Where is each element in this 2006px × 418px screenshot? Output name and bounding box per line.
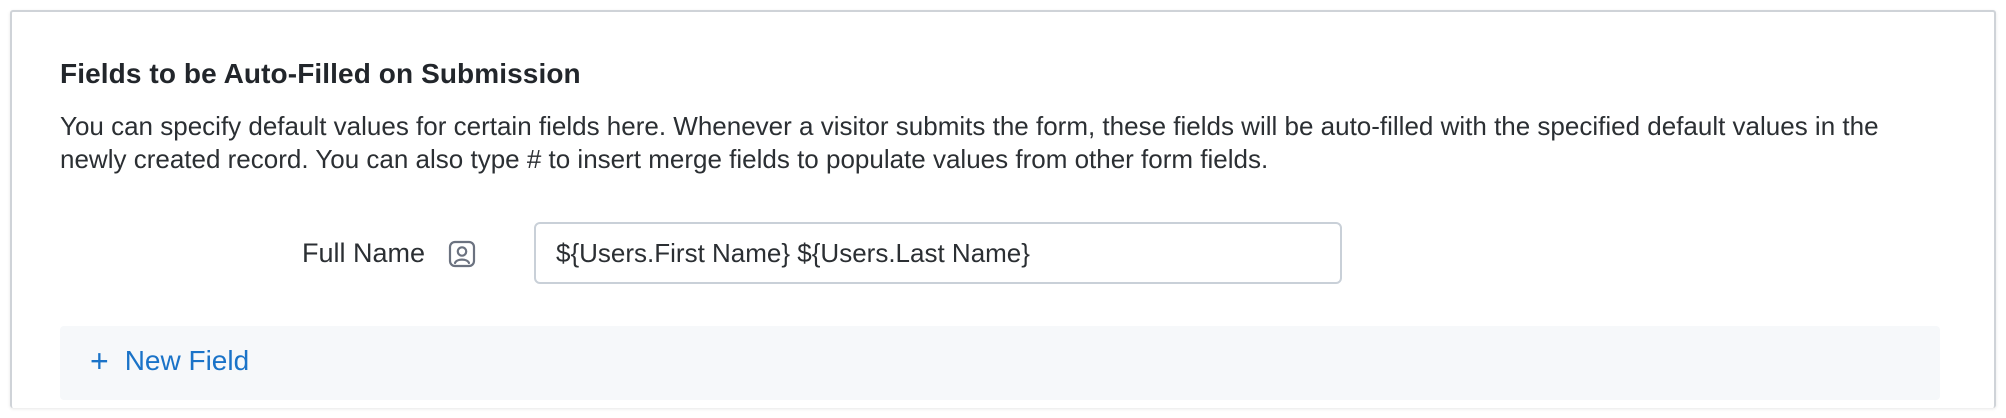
plus-icon: + [90, 343, 109, 379]
section-description: You can specify default values for certa… [60, 111, 1879, 174]
field-label: Full Name [302, 238, 426, 268]
new-field-button[interactable]: + New Field [90, 345, 249, 377]
new-field-bar: + New Field [60, 326, 1940, 400]
new-field-label: New Field [124, 345, 250, 376]
user-icon [448, 240, 476, 268]
section-title: Fields to be Auto-Filled on Submission [60, 58, 581, 89]
full-name-value-input[interactable] [534, 222, 1342, 284]
field-row-full-name: Full Name [12, 222, 1994, 286]
auto-fill-panel: Fields to be Auto-Filled on Submission Y… [10, 10, 1996, 408]
